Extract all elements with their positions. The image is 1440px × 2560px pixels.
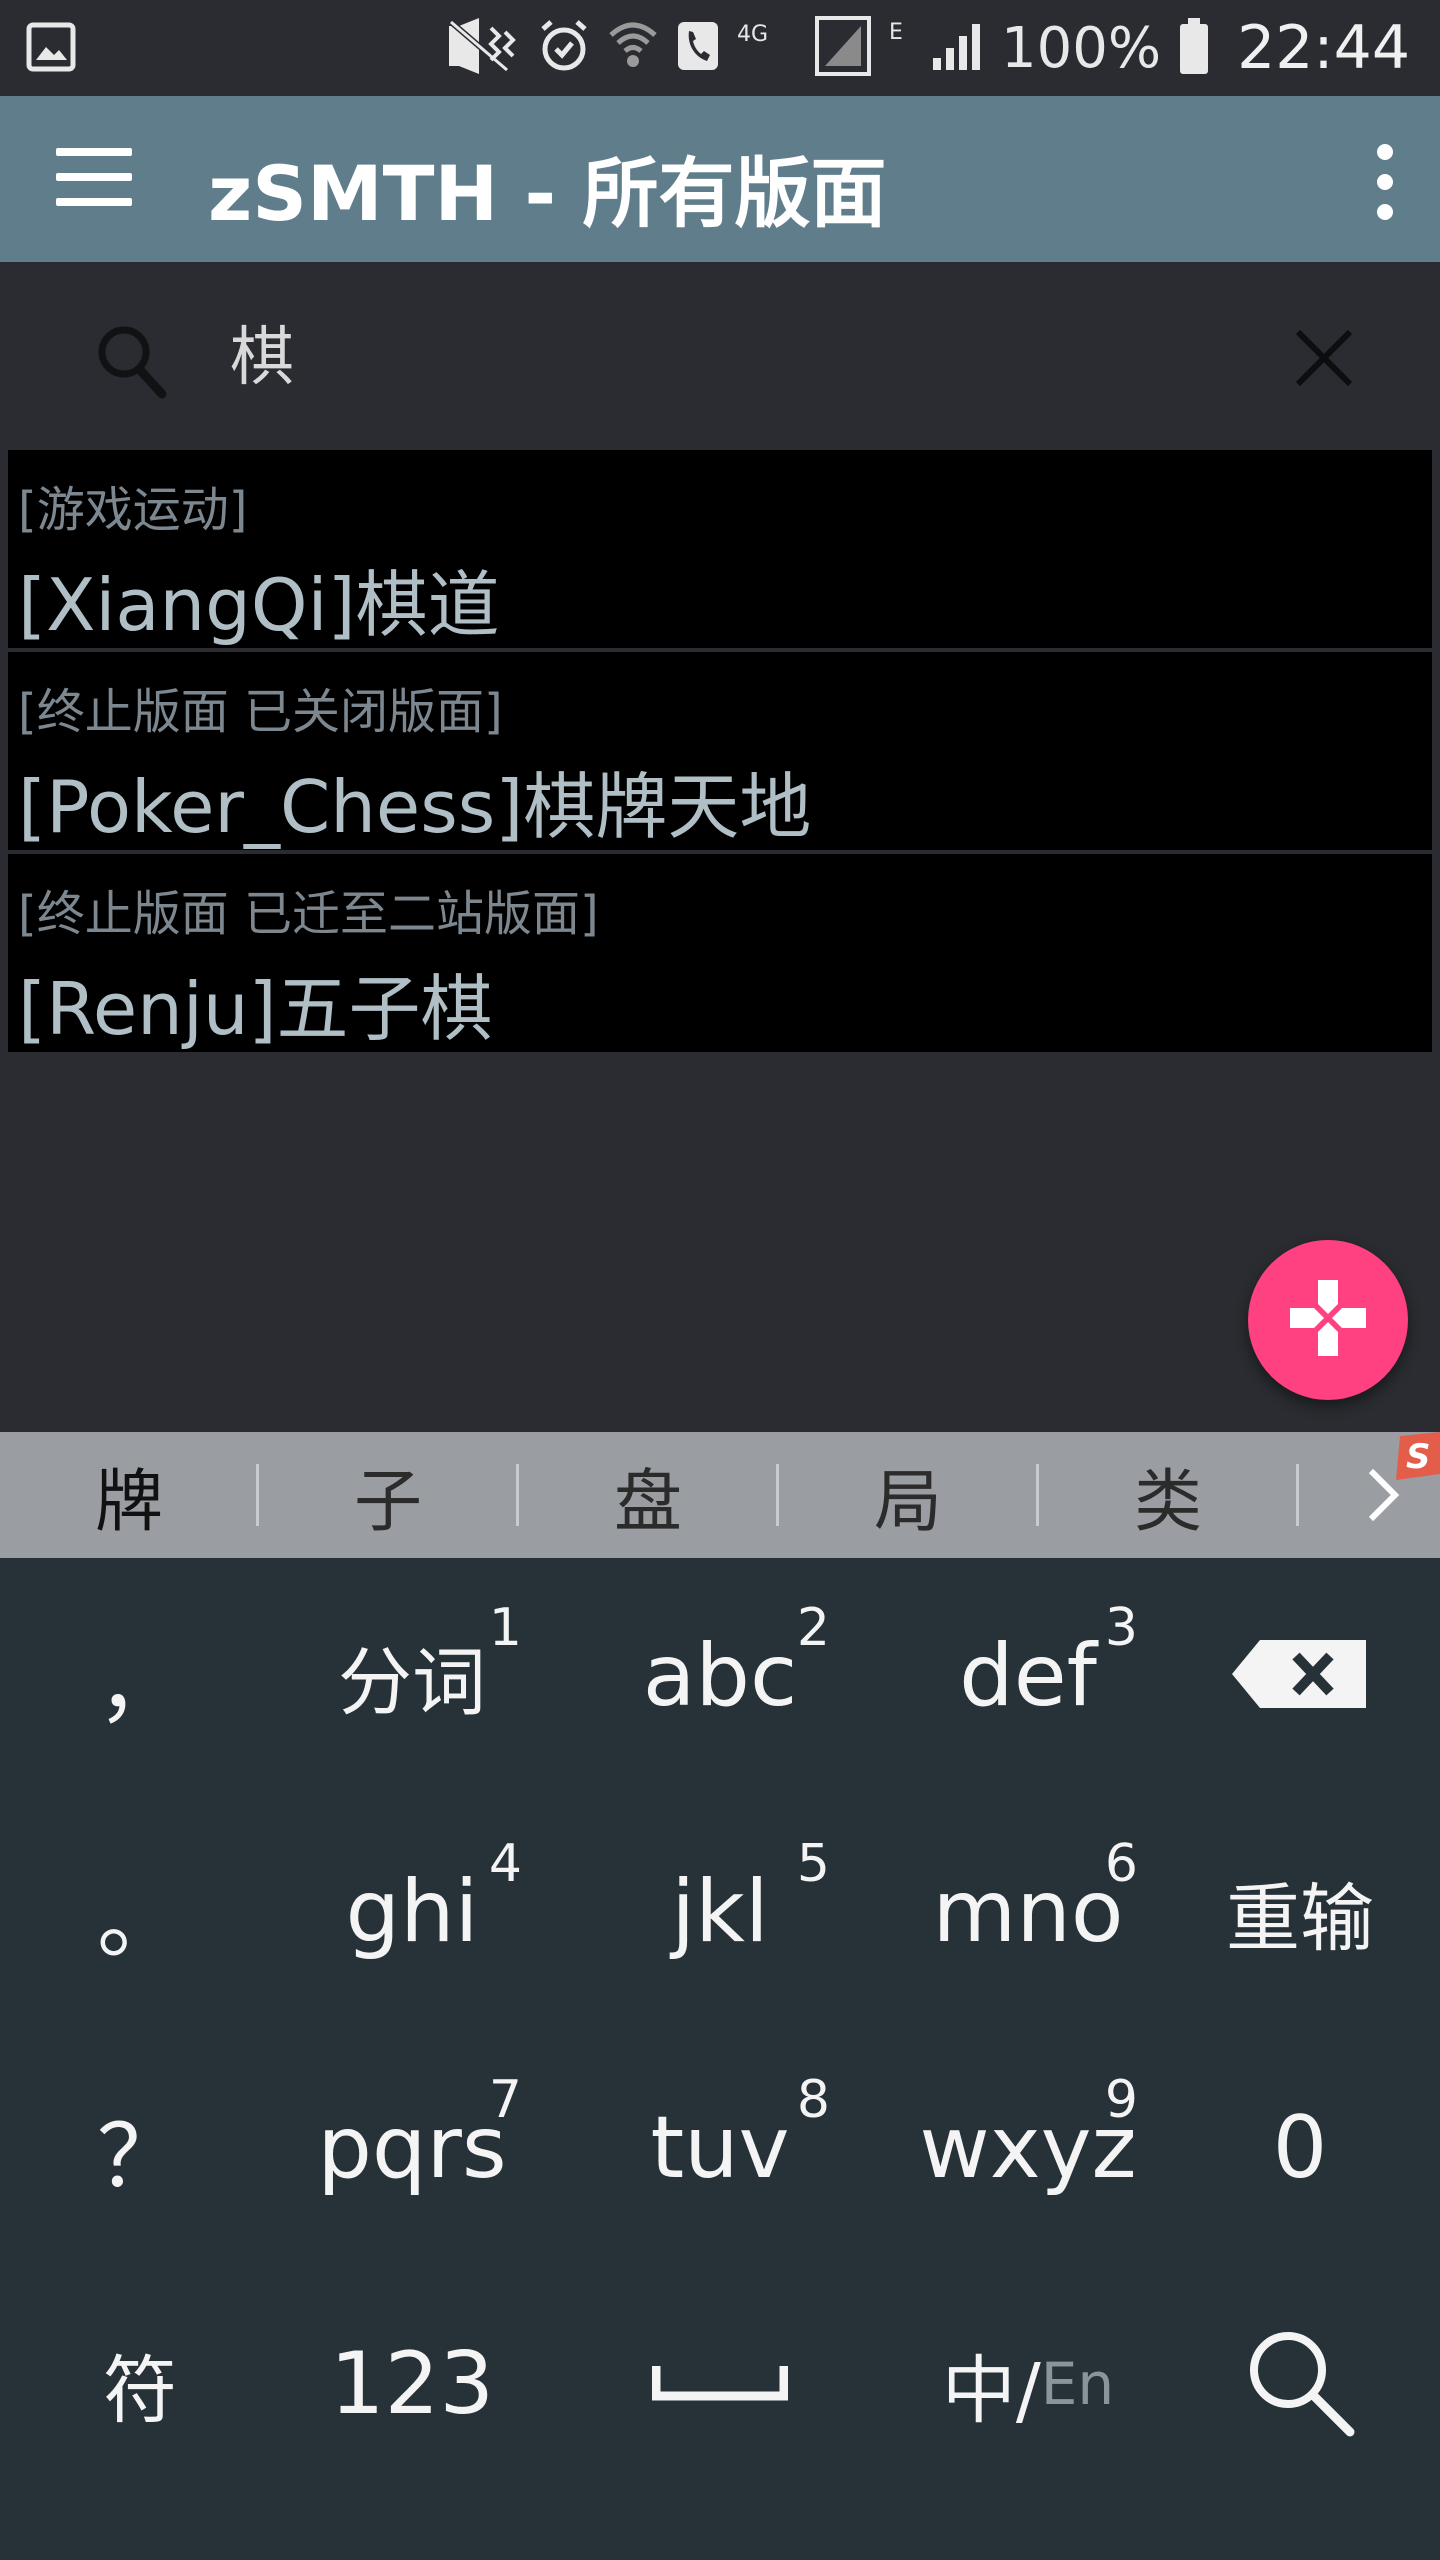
divider bbox=[1296, 1464, 1299, 1526]
floating-action-button[interactable] bbox=[1248, 1240, 1408, 1400]
search-icon bbox=[1242, 2324, 1358, 2444]
space-key[interactable] bbox=[580, 2266, 860, 2502]
ime-candidate-bar: 牌 子 盘 局 类 bbox=[0, 1432, 1440, 1558]
search-icon bbox=[96, 324, 168, 404]
search-bar bbox=[0, 262, 1440, 448]
alarm-icon bbox=[539, 19, 589, 77]
status-bar: 4G E 100% 22:44 bbox=[0, 0, 1440, 96]
signal-icon bbox=[931, 20, 983, 76]
key-1[interactable]: 分词 1 bbox=[272, 1558, 552, 1794]
candidate-word[interactable]: 类 bbox=[1039, 1432, 1297, 1558]
search-key[interactable] bbox=[1160, 2266, 1440, 2502]
board-title: [Renju]五子棋 bbox=[18, 967, 493, 1051]
reset-key[interactable]: 重输 bbox=[1160, 1794, 1440, 2030]
language-switch-key[interactable]: 中/En bbox=[888, 2266, 1168, 2502]
key-question[interactable]: ？ bbox=[0, 2030, 280, 2266]
symbols-key[interactable]: 符 bbox=[0, 2266, 280, 2502]
4g-icon: 4G bbox=[736, 22, 769, 47]
board-title: [XiangQi]棋道 bbox=[18, 563, 500, 647]
candidate-word[interactable]: 子 bbox=[259, 1432, 517, 1558]
more-vert-icon[interactable] bbox=[1370, 144, 1400, 220]
board-category: [终止版面 已迁至二站版面] bbox=[18, 886, 599, 942]
gamepad-icon bbox=[1286, 1276, 1370, 1364]
wifi-call-icon bbox=[607, 19, 659, 77]
candidate-word[interactable]: 盘 bbox=[519, 1432, 777, 1558]
key-period[interactable]: 。 bbox=[0, 1794, 280, 2030]
app-bar: zSMTH - 所有版面 bbox=[0, 96, 1440, 262]
space-icon bbox=[651, 2362, 789, 2406]
candidate-word[interactable]: 局 bbox=[779, 1432, 1037, 1558]
page-title: zSMTH - 所有版面 bbox=[208, 149, 887, 238]
key-9[interactable]: wxyz 9 bbox=[888, 2030, 1168, 2266]
svg-text:S: S bbox=[1406, 1437, 1431, 1477]
signal-icon bbox=[814, 16, 871, 80]
close-icon[interactable] bbox=[1294, 328, 1354, 392]
key-3[interactable]: def 3 bbox=[888, 1558, 1168, 1794]
key-2[interactable]: abc 2 bbox=[580, 1558, 860, 1794]
edge-icon: E bbox=[888, 20, 903, 45]
key-comma[interactable]: ， bbox=[0, 1558, 280, 1794]
clock: 22:44 bbox=[1237, 13, 1410, 83]
list-item[interactable]: [游戏运动] [XiangQi]棋道 bbox=[8, 450, 1432, 648]
mute-vibrate-icon bbox=[445, 18, 521, 78]
key-6[interactable]: mno 6 bbox=[888, 1794, 1168, 2030]
key-0[interactable]: 0 bbox=[1160, 2030, 1440, 2266]
candidate-word[interactable]: 牌 bbox=[0, 1432, 258, 1558]
app-screen: 4G E 100% 22:44 zSMTH - 所有版面 棋 [游戏运动] [X… bbox=[0, 0, 1440, 2560]
key-8[interactable]: tuv 8 bbox=[580, 2030, 860, 2266]
battery-icon bbox=[1179, 18, 1209, 78]
ime-keyboard: ， 分词 1 abc 2 def 3 。 ghi 4 jkl 5 mno 6 重… bbox=[0, 1558, 1440, 2560]
board-category: [游戏运动] bbox=[18, 482, 248, 538]
list-item[interactable]: [终止版面 已关闭版面] [Poker_Chess]棋牌天地 bbox=[8, 652, 1432, 850]
backspace-icon bbox=[1230, 1636, 1370, 1716]
search-input[interactable] bbox=[230, 302, 1230, 402]
key-7[interactable]: pqrs 7 bbox=[272, 2030, 552, 2266]
gallery-icon bbox=[26, 22, 76, 76]
battery-percentage: 100% bbox=[1000, 15, 1162, 81]
backspace-key[interactable] bbox=[1160, 1558, 1440, 1794]
board-result-list: [游戏运动] [XiangQi]棋道 [终止版面 已关闭版面] [Poker_C… bbox=[8, 450, 1432, 1056]
numbers-key[interactable]: 123 bbox=[272, 2266, 552, 2502]
board-category: [终止版面 已关闭版面] bbox=[18, 684, 503, 740]
sogou-logo-icon: S bbox=[1392, 1432, 1440, 1482]
key-5[interactable]: jkl 5 bbox=[580, 1794, 860, 2030]
phone-icon bbox=[677, 21, 719, 75]
key-4[interactable]: ghi 4 bbox=[272, 1794, 552, 2030]
hamburger-menu-icon[interactable] bbox=[56, 148, 132, 208]
board-title: [Poker_Chess]棋牌天地 bbox=[18, 765, 812, 849]
list-item[interactable]: [终止版面 已迁至二站版面] [Renju]五子棋 bbox=[8, 854, 1432, 1052]
